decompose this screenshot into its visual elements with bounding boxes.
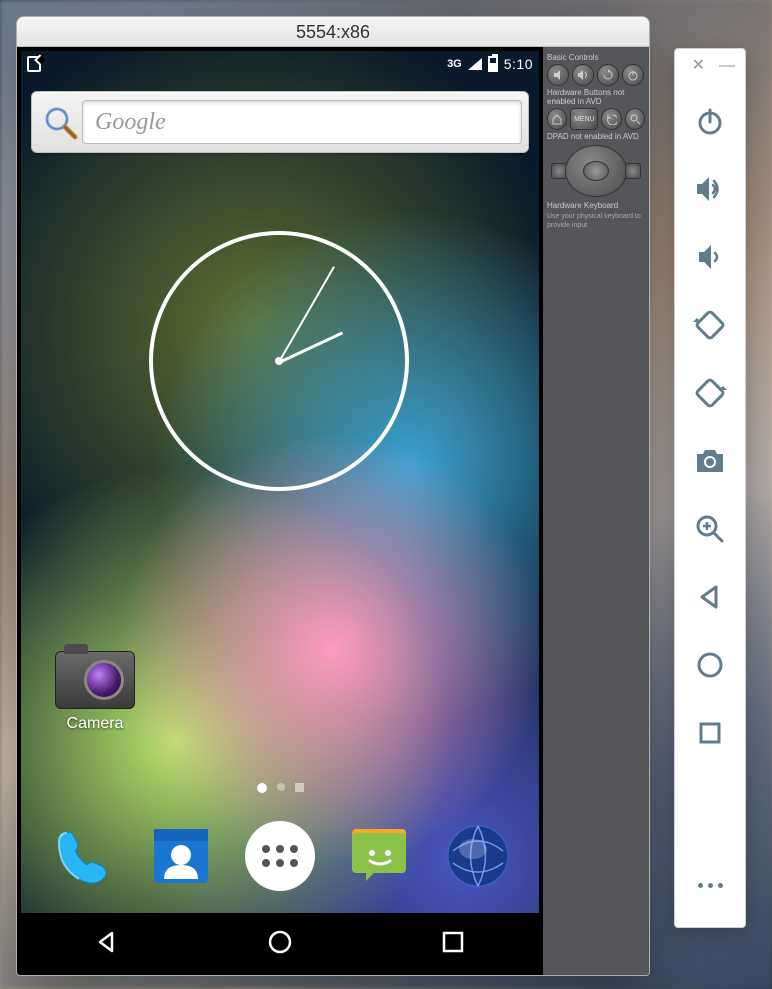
skin-menu-button[interactable]: MENU (570, 108, 598, 130)
window-title: 5554:x86 (296, 22, 370, 42)
page-dot (277, 783, 285, 791)
toolbar-more-button[interactable] (690, 865, 730, 905)
favorites-tray (21, 801, 539, 911)
toolbar-power-button[interactable] (690, 101, 730, 141)
network-indicator: 3G (447, 59, 462, 69)
page-indicator (21, 783, 539, 793)
app-messaging[interactable] (341, 818, 417, 894)
toolbar-volume-up-button[interactable] (690, 169, 730, 209)
skin-hw-title: Hardware Buttons (547, 88, 611, 97)
nav-recents-button[interactable] (433, 922, 473, 962)
statusbar-clock: 5:10 (504, 56, 533, 72)
toolbar-screenshot-button[interactable] (690, 441, 730, 481)
skin-vol-up-button[interactable] (572, 64, 594, 86)
camera-label: Camera (45, 715, 145, 733)
battery-icon (488, 56, 498, 72)
camera-icon (55, 651, 135, 709)
skin-dpad[interactable] (551, 145, 641, 197)
search-placeholder: Google (95, 109, 166, 136)
nav-home-button[interactable] (260, 922, 300, 962)
skin-vol-down-button[interactable] (547, 64, 569, 86)
clock-widget[interactable] (149, 231, 409, 491)
search-input[interactable]: Google (82, 100, 522, 144)
page-dot-current (257, 783, 267, 793)
toolbar-minimize-button[interactable]: — (719, 59, 735, 73)
navigation-bar (21, 913, 539, 971)
signal-icon (468, 58, 482, 70)
app-phone[interactable] (44, 818, 120, 894)
page-dot (295, 783, 304, 792)
toolbar-rotate-right-button[interactable] (690, 373, 730, 413)
skin-basic-title: Basic Controls (547, 53, 645, 62)
skin-power-button[interactable] (622, 64, 644, 86)
app-drawer-button[interactable] (242, 818, 318, 894)
toolbar-home-button[interactable] (690, 645, 730, 685)
status-bar[interactable]: 3G 5:10 (21, 51, 539, 77)
skin-search-button[interactable] (625, 108, 645, 130)
toolbar-overview-button[interactable] (690, 713, 730, 753)
sdcard-icon (27, 56, 41, 72)
skin-keyboard-title: Hardware Keyboard (547, 201, 645, 210)
emulator-skin-panel: Basic Controls Hardware Buttons not enab… (543, 47, 649, 976)
toolbar-close-button[interactable]: ✕ (692, 59, 705, 73)
skin-home-button[interactable] (547, 108, 567, 130)
skin-keyboard-note: Use your physical keyboard to provide in… (547, 212, 645, 230)
device-frame: 3G 5:10 (17, 47, 543, 975)
toolbar-volume-down-button[interactable] (690, 237, 730, 277)
toolbar-back-button[interactable] (690, 577, 730, 617)
emulator-toolbar: ✕ — (674, 48, 746, 928)
app-browser[interactable] (440, 818, 516, 894)
skin-rotate-button[interactable] (597, 64, 619, 86)
app-contacts[interactable] (143, 818, 219, 894)
emulator-window: 5554:x86 3G 5:10 (16, 16, 650, 976)
search-icon (38, 100, 82, 144)
skin-back-button[interactable] (601, 108, 621, 130)
window-titlebar[interactable]: 5554:x86 (17, 17, 649, 47)
toolbar-zoom-button[interactable] (690, 509, 730, 549)
skin-dpad-title: DPAD (547, 132, 569, 141)
skin-dpad-note: not enabled in AVD (571, 132, 639, 141)
google-search-widget[interactable]: Google (31, 91, 529, 153)
app-camera[interactable]: Camera (45, 651, 145, 733)
toolbar-rotate-left-button[interactable] (690, 305, 730, 345)
nav-back-button[interactable] (87, 922, 127, 962)
